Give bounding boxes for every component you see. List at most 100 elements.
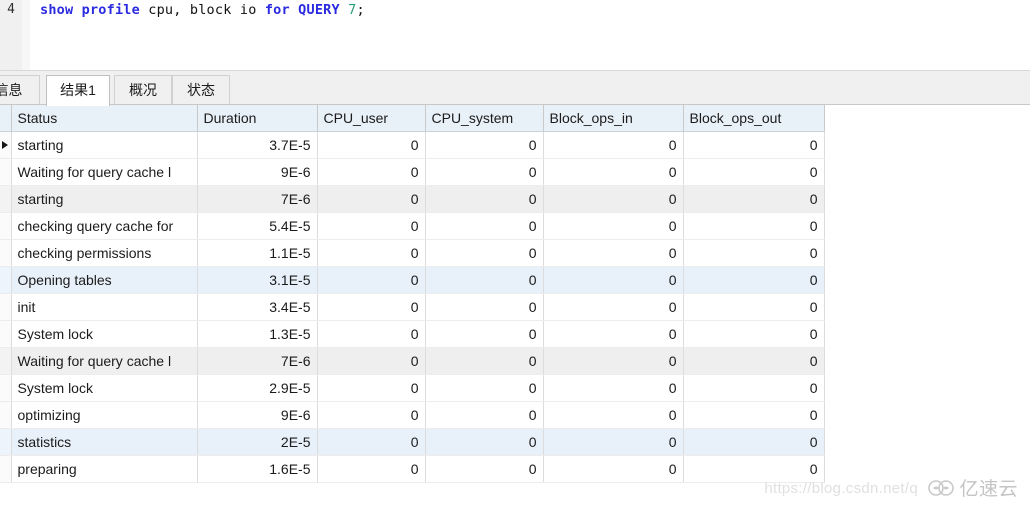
cell-status[interactable]: statistics bbox=[11, 428, 198, 456]
table-row[interactable]: System lock 1.3E-5 0 0 0 0 bbox=[0, 320, 825, 348]
cell-duration[interactable]: 9E-6 bbox=[197, 401, 318, 429]
cell-status[interactable]: Waiting for query cache l bbox=[11, 347, 198, 375]
cell-cpu-user[interactable]: 0 bbox=[317, 455, 426, 483]
cell-duration[interactable]: 3.7E-5 bbox=[197, 131, 318, 159]
cell-cpu-system[interactable]: 0 bbox=[425, 158, 544, 186]
cell-block-ops-in[interactable]: 0 bbox=[543, 212, 684, 240]
cell-block-ops-in[interactable]: 0 bbox=[543, 266, 684, 294]
row-marker-cell[interactable] bbox=[0, 347, 12, 375]
row-marker-cell[interactable] bbox=[0, 320, 12, 348]
cell-duration[interactable]: 3.4E-5 bbox=[197, 293, 318, 321]
cell-duration[interactable]: 1.1E-5 bbox=[197, 239, 318, 267]
row-marker-cell[interactable] bbox=[0, 212, 12, 240]
cell-block-ops-out[interactable]: 0 bbox=[683, 212, 825, 240]
table-row[interactable]: starting 3.7E-5 0 0 0 0 bbox=[0, 131, 825, 159]
tab-result1[interactable]: 结果1 bbox=[46, 75, 110, 106]
cell-cpu-user[interactable]: 0 bbox=[317, 131, 426, 159]
cell-cpu-system[interactable]: 0 bbox=[425, 455, 544, 483]
cell-cpu-user[interactable]: 0 bbox=[317, 293, 426, 321]
cell-cpu-user[interactable]: 0 bbox=[317, 320, 426, 348]
table-row[interactable]: checking query cache for 5.4E-5 0 0 0 0 bbox=[0, 212, 825, 240]
cell-block-ops-in[interactable]: 0 bbox=[543, 455, 684, 483]
cell-block-ops-in[interactable]: 0 bbox=[543, 293, 684, 321]
table-row[interactable]: statistics 2E-5 0 0 0 0 bbox=[0, 428, 825, 456]
cell-cpu-system[interactable]: 0 bbox=[425, 131, 544, 159]
cell-cpu-user[interactable]: 0 bbox=[317, 266, 426, 294]
table-row[interactable]: System lock 2.9E-5 0 0 0 0 bbox=[0, 374, 825, 402]
cell-block-ops-in[interactable]: 0 bbox=[543, 401, 684, 429]
column-header-status[interactable]: Status bbox=[11, 105, 198, 132]
cell-block-ops-out[interactable]: 0 bbox=[683, 131, 825, 159]
column-header-duration[interactable]: Duration bbox=[197, 105, 318, 132]
cell-status[interactable]: optimizing bbox=[11, 401, 198, 429]
cell-block-ops-out[interactable]: 0 bbox=[683, 293, 825, 321]
cell-status[interactable]: starting bbox=[11, 131, 198, 159]
cell-block-ops-in[interactable]: 0 bbox=[543, 185, 684, 213]
row-marker-cell[interactable] bbox=[0, 239, 12, 267]
cell-cpu-system[interactable]: 0 bbox=[425, 212, 544, 240]
cell-duration[interactable]: 2E-5 bbox=[197, 428, 318, 456]
cell-duration[interactable]: 3.1E-5 bbox=[197, 266, 318, 294]
row-marker-cell[interactable] bbox=[0, 131, 12, 159]
cell-status[interactable]: Waiting for query cache l bbox=[11, 158, 198, 186]
cell-cpu-user[interactable]: 0 bbox=[317, 374, 426, 402]
row-marker-cell[interactable] bbox=[0, 401, 12, 429]
cell-duration[interactable]: 1.6E-5 bbox=[197, 455, 318, 483]
row-marker-cell[interactable] bbox=[0, 374, 12, 402]
cell-duration[interactable]: 1.3E-5 bbox=[197, 320, 318, 348]
tab-status[interactable]: 状态 bbox=[172, 75, 230, 105]
cell-duration[interactable]: 2.9E-5 bbox=[197, 374, 318, 402]
cell-cpu-user[interactable]: 0 bbox=[317, 158, 426, 186]
column-header-block-ops-in[interactable]: Block_ops_in bbox=[543, 105, 684, 132]
table-row[interactable]: Opening tables 3.1E-5 0 0 0 0 bbox=[0, 266, 825, 294]
cell-block-ops-in[interactable]: 0 bbox=[543, 347, 684, 375]
cell-cpu-user[interactable]: 0 bbox=[317, 401, 426, 429]
cell-status[interactable]: starting bbox=[11, 185, 198, 213]
cell-cpu-user[interactable]: 0 bbox=[317, 212, 426, 240]
cell-status[interactable]: System lock bbox=[11, 320, 198, 348]
row-marker-cell[interactable] bbox=[0, 455, 12, 483]
cell-block-ops-out[interactable]: 0 bbox=[683, 185, 825, 213]
cell-cpu-user[interactable]: 0 bbox=[317, 239, 426, 267]
cell-block-ops-in[interactable]: 0 bbox=[543, 158, 684, 186]
table-row[interactable]: init 3.4E-5 0 0 0 0 bbox=[0, 293, 825, 321]
cell-cpu-user[interactable]: 0 bbox=[317, 428, 426, 456]
cell-block-ops-in[interactable]: 0 bbox=[543, 428, 684, 456]
cell-status[interactable]: Opening tables bbox=[11, 266, 198, 294]
cell-cpu-system[interactable]: 0 bbox=[425, 293, 544, 321]
cell-duration[interactable]: 7E-6 bbox=[197, 185, 318, 213]
cell-status[interactable]: checking query cache for bbox=[11, 212, 198, 240]
cell-cpu-user[interactable]: 0 bbox=[317, 347, 426, 375]
cell-cpu-system[interactable]: 0 bbox=[425, 185, 544, 213]
table-row[interactable]: checking permissions 1.1E-5 0 0 0 0 bbox=[0, 239, 825, 267]
cell-cpu-user[interactable]: 0 bbox=[317, 185, 426, 213]
cell-status[interactable]: preparing bbox=[11, 455, 198, 483]
cell-status[interactable]: System lock bbox=[11, 374, 198, 402]
tab-info[interactable]: 信息 bbox=[0, 75, 40, 105]
cell-duration[interactable]: 7E-6 bbox=[197, 347, 318, 375]
cell-block-ops-out[interactable]: 0 bbox=[683, 401, 825, 429]
cell-cpu-system[interactable]: 0 bbox=[425, 320, 544, 348]
cell-status[interactable]: init bbox=[11, 293, 198, 321]
row-marker-cell[interactable] bbox=[0, 266, 12, 294]
cell-block-ops-out[interactable]: 0 bbox=[683, 374, 825, 402]
cell-cpu-system[interactable]: 0 bbox=[425, 266, 544, 294]
table-row[interactable]: optimizing 9E-6 0 0 0 0 bbox=[0, 401, 825, 429]
cell-block-ops-out[interactable]: 0 bbox=[683, 158, 825, 186]
table-row[interactable]: Waiting for query cache l 7E-6 0 0 0 0 bbox=[0, 347, 825, 375]
cell-block-ops-in[interactable]: 0 bbox=[543, 239, 684, 267]
row-marker-cell[interactable] bbox=[0, 293, 12, 321]
table-row[interactable]: Waiting for query cache l 9E-6 0 0 0 0 bbox=[0, 158, 825, 186]
cell-block-ops-out[interactable]: 0 bbox=[683, 239, 825, 267]
sql-editor[interactable]: 4 show profile cpu, block io for QUERY 7… bbox=[0, 0, 1030, 70]
column-header-cpu-system[interactable]: CPU_system bbox=[425, 105, 544, 132]
row-marker-cell[interactable] bbox=[0, 428, 12, 456]
table-row[interactable]: preparing 1.6E-5 0 0 0 0 bbox=[0, 455, 825, 483]
cell-block-ops-out[interactable]: 0 bbox=[683, 320, 825, 348]
cell-block-ops-in[interactable]: 0 bbox=[543, 374, 684, 402]
column-header-cpu-user[interactable]: CPU_user bbox=[317, 105, 426, 132]
cell-duration[interactable]: 5.4E-5 bbox=[197, 212, 318, 240]
cell-block-ops-out[interactable]: 0 bbox=[683, 428, 825, 456]
cell-cpu-system[interactable]: 0 bbox=[425, 347, 544, 375]
column-header-block-ops-out[interactable]: Block_ops_out bbox=[683, 105, 825, 132]
